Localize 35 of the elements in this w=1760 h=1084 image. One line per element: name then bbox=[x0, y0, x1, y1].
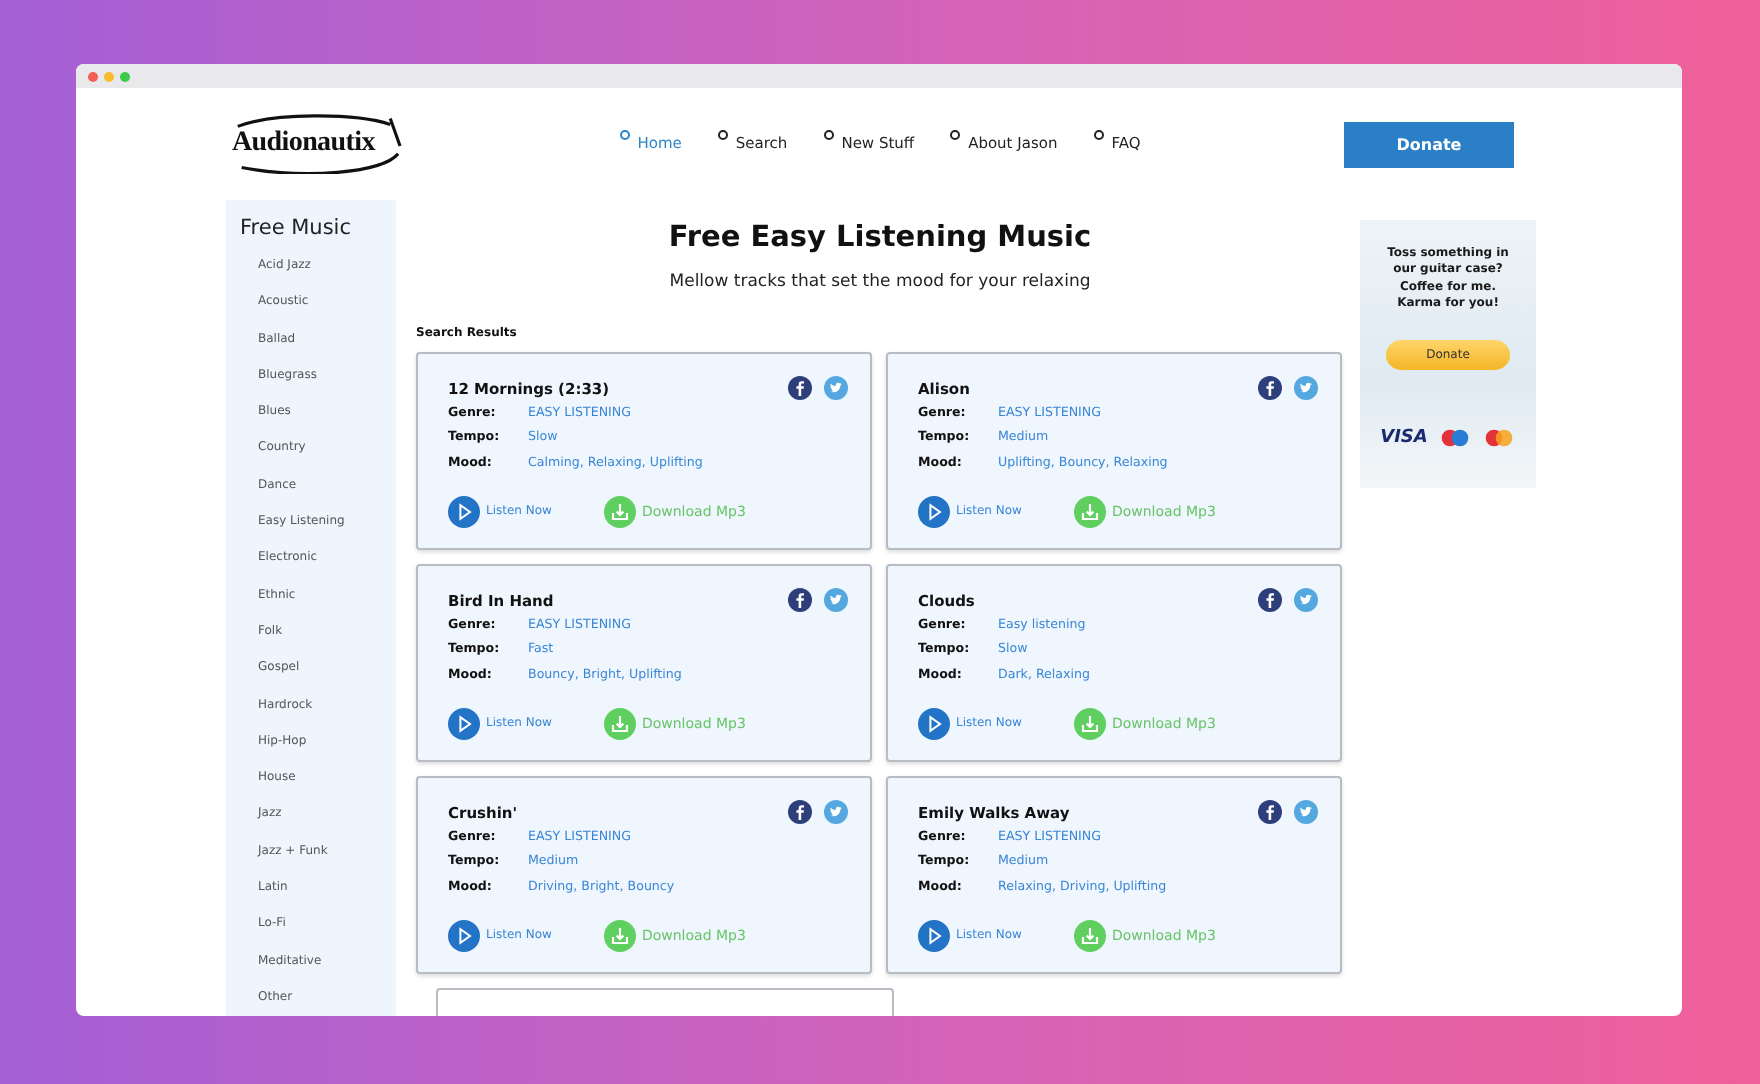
download-icon bbox=[1073, 919, 1106, 952]
bird-icon[interactable] bbox=[1294, 588, 1318, 612]
facebook-icon[interactable] bbox=[1258, 800, 1282, 824]
download-icon bbox=[603, 919, 636, 952]
download-icon bbox=[1073, 707, 1106, 740]
card-brand: VISA bbox=[1380, 428, 1428, 449]
bird-icon[interactable] bbox=[824, 800, 848, 824]
maximize-dot[interactable] bbox=[120, 71, 130, 81]
facebook-icon[interactable] bbox=[1258, 376, 1282, 400]
download-icon bbox=[603, 707, 636, 740]
download-icon bbox=[603, 495, 636, 528]
play-icon bbox=[448, 495, 480, 528]
bird-icon[interactable] bbox=[1294, 376, 1318, 400]
card-logo-icon bbox=[1481, 428, 1516, 449]
facebook-icon[interactable] bbox=[788, 376, 812, 400]
donate-button[interactable]: Donate bbox=[1344, 121, 1514, 167]
sidebar-title: Free Music bbox=[238, 216, 353, 240]
play-icon bbox=[448, 707, 480, 740]
download-icon bbox=[1073, 495, 1106, 528]
bird-icon[interactable] bbox=[1294, 800, 1318, 824]
play-icon bbox=[448, 919, 480, 952]
play-icon bbox=[918, 919, 950, 952]
bird-icon[interactable] bbox=[824, 588, 848, 612]
close-dot[interactable] bbox=[88, 71, 98, 81]
facebook-icon[interactable] bbox=[788, 800, 812, 824]
bird-icon[interactable] bbox=[824, 376, 848, 400]
play-icon bbox=[918, 495, 950, 528]
logo[interactable]: Audionautix bbox=[226, 114, 402, 174]
card-logo-icon bbox=[1437, 428, 1472, 449]
facebook-icon[interactable] bbox=[788, 588, 812, 612]
subtitle: Mellow tracks that set the mood for your relaxing bbox=[667, 272, 1093, 292]
facebook-icon[interactable] bbox=[1258, 588, 1282, 612]
play-icon bbox=[918, 707, 950, 740]
minimize-dot[interactable] bbox=[104, 71, 114, 81]
page-title: Free Easy Listening Music bbox=[666, 222, 1094, 254]
